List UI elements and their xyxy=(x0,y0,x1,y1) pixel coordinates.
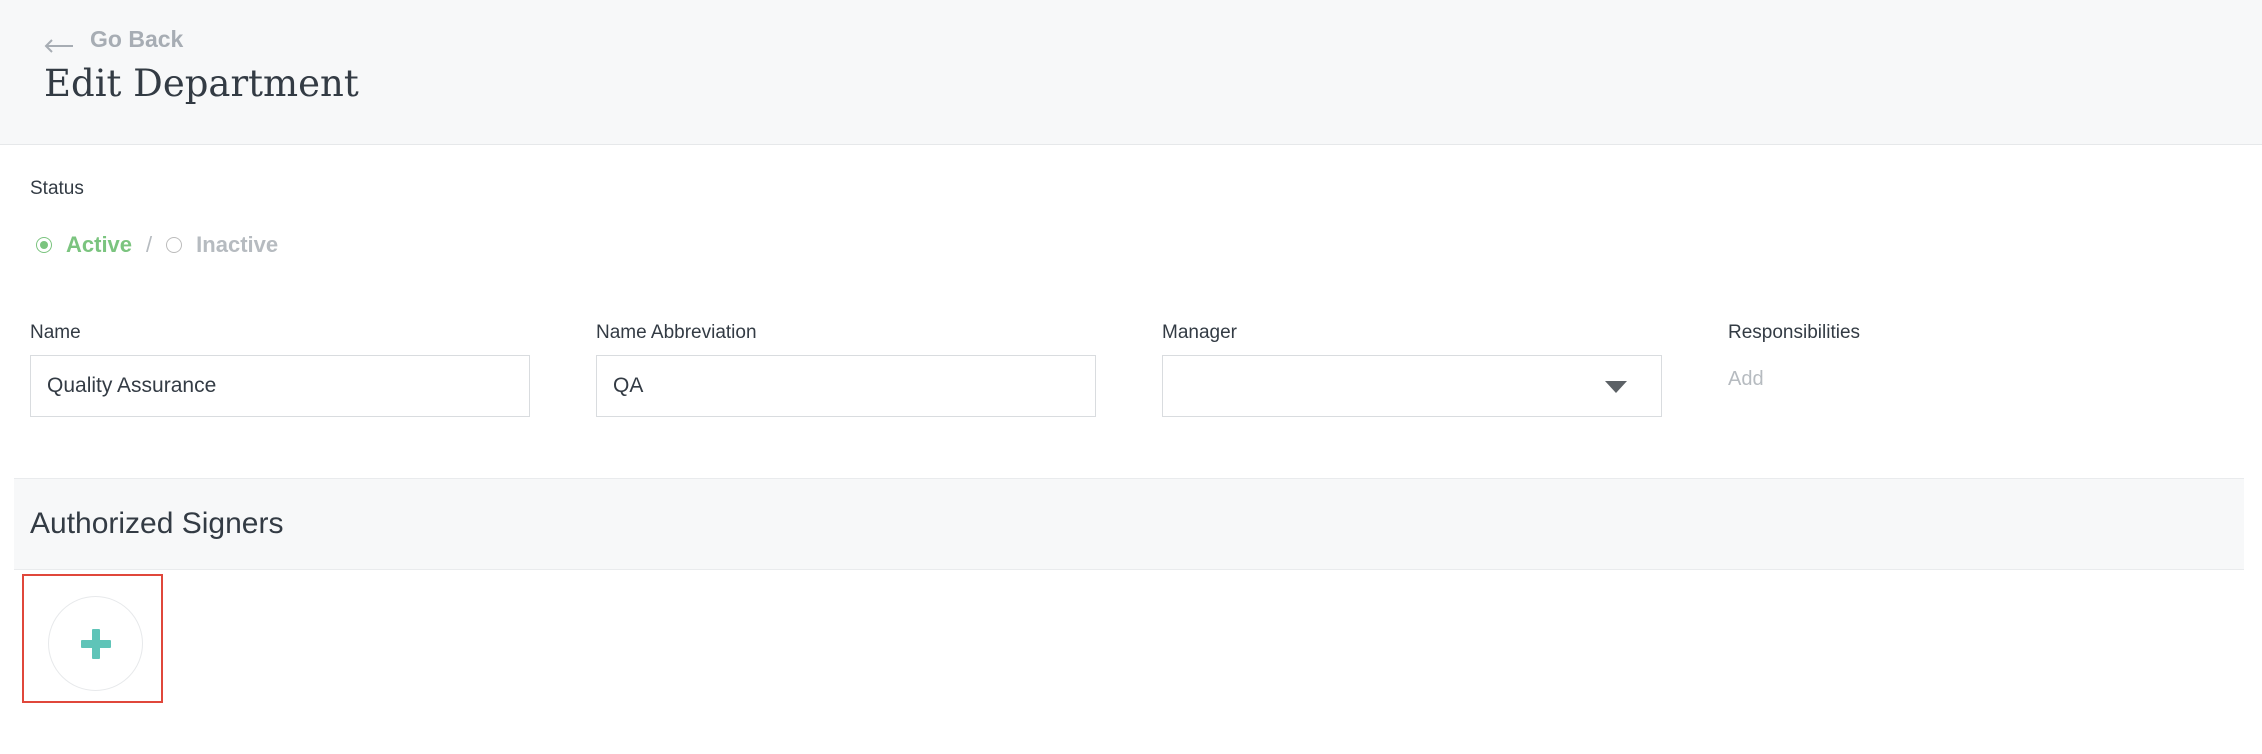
status-active-label[interactable]: Active xyxy=(66,232,132,258)
caret-down-icon xyxy=(1605,381,1627,393)
manager-select[interactable] xyxy=(1162,355,1662,417)
authorized-signers-section: Authorized Signers xyxy=(14,478,2244,570)
abbreviation-input[interactable] xyxy=(596,355,1096,417)
status-inactive-label[interactable]: Inactive xyxy=(196,232,278,258)
page-header: Go Back Edit Department xyxy=(0,0,2262,145)
abbreviation-label: Name Abbreviation xyxy=(596,322,757,343)
add-signer-highlight xyxy=(22,574,163,703)
status-radio-group: Active / Inactive xyxy=(36,230,278,260)
go-back-link[interactable]: Go Back xyxy=(44,22,183,56)
name-input[interactable] xyxy=(30,355,530,417)
status-separator: / xyxy=(146,232,153,257)
name-label: Name xyxy=(30,322,81,343)
responsibilities-add-link[interactable]: Add xyxy=(1728,368,1764,391)
plus-icon xyxy=(80,628,111,659)
status-inactive-radio[interactable] xyxy=(166,237,183,253)
left-arrow-icon xyxy=(44,32,74,53)
status-active-radio[interactable] xyxy=(36,237,52,253)
go-back-label: Go Back xyxy=(90,25,184,52)
page-title: Edit Department xyxy=(44,62,359,105)
authorized-signers-title: Authorized Signers xyxy=(30,507,284,540)
add-signer-button[interactable] xyxy=(48,596,143,691)
manager-label: Manager xyxy=(1162,322,1237,343)
status-label: Status xyxy=(30,178,84,199)
responsibilities-label: Responsibilities xyxy=(1728,322,1861,343)
